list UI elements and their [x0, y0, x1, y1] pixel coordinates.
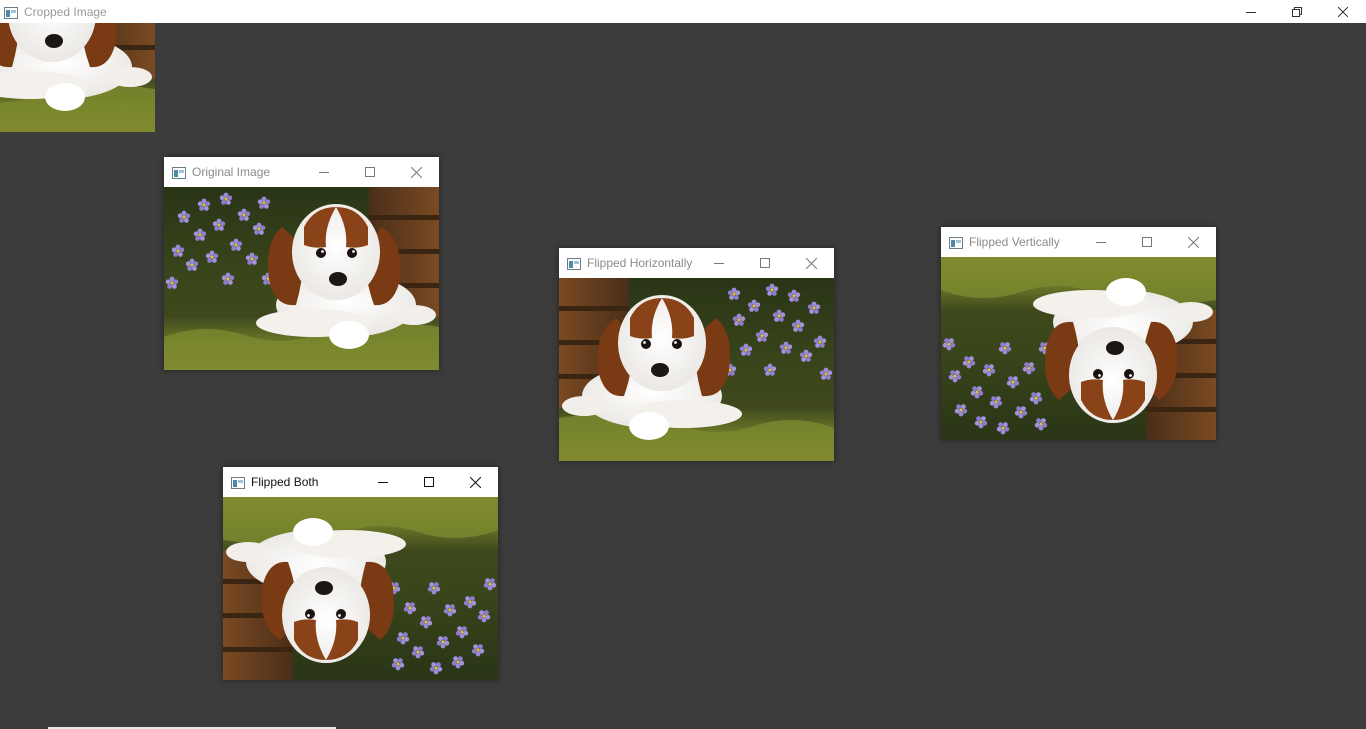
- close-button[interactable]: [393, 157, 439, 187]
- maximize-icon: [760, 258, 770, 268]
- maximize-icon: [424, 477, 434, 487]
- window-original-image[interactable]: Original Image: [164, 157, 439, 370]
- window-title: Flipped Vertically: [969, 235, 1060, 249]
- close-button[interactable]: [452, 467, 498, 497]
- close-icon: [805, 257, 817, 269]
- window-titlebar[interactable]: Original Image: [164, 157, 439, 187]
- window-app-icon: [172, 166, 186, 179]
- close-icon: [410, 166, 422, 178]
- minimize-button[interactable]: [1078, 227, 1124, 257]
- cropped-image: [0, 23, 175, 156]
- minimize-button[interactable]: [360, 467, 406, 497]
- maximize-icon: [1142, 237, 1152, 247]
- window-titlebar[interactable]: Flipped Both: [223, 467, 498, 497]
- flipped-horizontally-image: [559, 278, 834, 461]
- restore-button[interactable]: [1274, 0, 1320, 23]
- maximize-icon: [365, 167, 375, 177]
- close-icon: [469, 476, 481, 488]
- minimize-button[interactable]: [1228, 0, 1274, 23]
- close-button[interactable]: [1320, 0, 1366, 23]
- close-icon: [1338, 6, 1348, 17]
- window-flipped-vertically[interactable]: Flipped Vertically: [941, 227, 1216, 440]
- window-controls: [696, 248, 834, 278]
- minimize-icon: [1246, 11, 1256, 13]
- window-app-icon: [949, 236, 963, 249]
- window-controls: [1078, 227, 1216, 257]
- maximize-button[interactable]: [347, 157, 393, 187]
- window-app-icon: [231, 476, 245, 489]
- main-window-titlebar[interactable]: Cropped Image: [0, 0, 1366, 23]
- maximize-button[interactable]: [1124, 227, 1170, 257]
- window-controls: [301, 157, 439, 187]
- window-app-icon: [4, 6, 18, 19]
- window-titlebar[interactable]: Flipped Horizontally: [559, 248, 834, 278]
- maximize-button[interactable]: [406, 467, 452, 497]
- minimize-icon: [714, 263, 724, 264]
- maximize-button[interactable]: [742, 248, 788, 278]
- window-controls: [1228, 0, 1366, 23]
- window-controls: [360, 467, 498, 497]
- window-title: Cropped Image: [24, 4, 107, 19]
- original-image: [164, 187, 439, 370]
- close-icon: [1187, 236, 1199, 248]
- window-flipped-both[interactable]: Flipped Both: [223, 467, 498, 680]
- window-title: Flipped Horizontally: [587, 256, 693, 270]
- flipped-vertically-image: [941, 257, 1216, 440]
- minimize-button[interactable]: [301, 157, 347, 187]
- minimize-icon: [319, 172, 329, 173]
- close-button[interactable]: [1170, 227, 1216, 257]
- window-app-icon: [567, 257, 581, 270]
- minimize-button[interactable]: [696, 248, 742, 278]
- restore-icon: [1292, 6, 1302, 17]
- window-title: Flipped Both: [251, 475, 319, 489]
- minimize-icon: [1096, 242, 1106, 243]
- window-flipped-horizontally[interactable]: Flipped Horizontally: [559, 248, 834, 461]
- window-title: Original Image: [192, 165, 271, 179]
- minimize-icon: [378, 482, 388, 483]
- close-button[interactable]: [788, 248, 834, 278]
- window-titlebar[interactable]: Flipped Vertically: [941, 227, 1216, 257]
- flipped-both-image: [223, 497, 498, 680]
